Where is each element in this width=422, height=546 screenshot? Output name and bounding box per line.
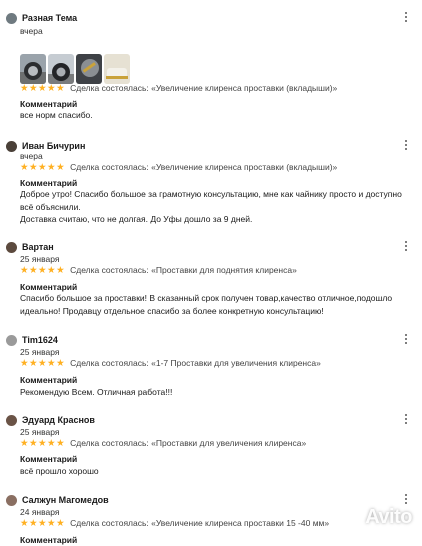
comment-text: всё прошло хорошо [20,466,99,476]
comment-label: Комментарий [20,375,78,385]
rating-row: ★★★★★ Сделка состоялась: «Проставки для … [20,437,306,450]
avito-logo-icon [334,505,361,529]
more-options-icon[interactable] [404,12,408,24]
avatar[interactable] [6,494,17,506]
avatar[interactable] [6,241,17,253]
car-photo-icon [104,54,130,84]
comment-label: Комментарий [20,535,78,545]
rating-row: ★★★★★ Сделка состоялась: «Увеличение кли… [20,517,329,530]
wheel-photo-icon [20,54,46,84]
deal-text[interactable]: Сделка состоялась: «1-7 Проставки для ув… [70,357,321,370]
deal-text[interactable]: Сделка состоялась: «Увеличение клиренса … [70,161,337,174]
review-photo-thumbnail[interactable] [20,54,46,84]
star-rating: ★★★★★ [20,438,66,449]
deal-text[interactable]: Сделка состоялась: «Увеличение клиренса … [70,82,337,95]
review-photo-thumbnail[interactable] [76,54,102,84]
deal-text[interactable]: Сделка состоялась: «Проставки для поднят… [70,264,297,277]
review-date: вчера [20,26,43,36]
wheel-photo-icon [48,54,74,84]
star-rating: ★★★★★ [20,265,66,276]
more-options-icon[interactable] [404,414,408,426]
deal-text[interactable]: Сделка состоялась: «Проставки для увелич… [70,437,306,450]
review-photo-thumbnail[interactable] [48,54,74,84]
more-options-icon[interactable] [404,334,408,346]
comment-text: все норм спасибо. [20,110,93,120]
rating-row: ★★★★★ Сделка состоялась: «Увеличение кли… [20,82,337,95]
comment-text: Спасибо большое за проставки! В сказанны… [20,293,393,316]
review-photo-thumbnail[interactable] [104,54,130,84]
more-options-icon[interactable] [404,140,408,152]
reviewer-name[interactable]: Разная Тема [22,10,77,26]
star-rating: ★★★★★ [20,518,66,529]
avatar[interactable] [6,12,17,24]
more-options-icon[interactable] [404,241,408,253]
rating-row: ★★★★★ Сделка состоялась: «Увеличение кли… [20,161,337,174]
star-rating: ★★★★★ [20,162,66,173]
avatar[interactable] [6,414,17,426]
star-rating: ★★★★★ [20,83,66,94]
rating-row: ★★★★★ Сделка состоялась: «Проставки для … [20,264,297,277]
comment-label: Комментарий [20,454,78,464]
star-rating: ★★★★★ [20,358,66,369]
comment-text: Доброе утро! Спасибо большое за грамотну… [20,189,402,224]
avatar[interactable] [6,140,17,152]
avito-watermark: Avito [332,504,412,530]
rating-row: ★★★★★ Сделка состоялась: «1-7 Проставки … [20,357,321,370]
avatar[interactable] [6,334,17,346]
deal-text[interactable]: Сделка состоялась: «Увеличение клиренса … [70,517,329,530]
avito-wordmark: Avito [365,505,412,528]
spacer-photo-icon [76,54,102,84]
comment-text: Рекомендую Всем. Отличная работа!!! [20,387,173,397]
